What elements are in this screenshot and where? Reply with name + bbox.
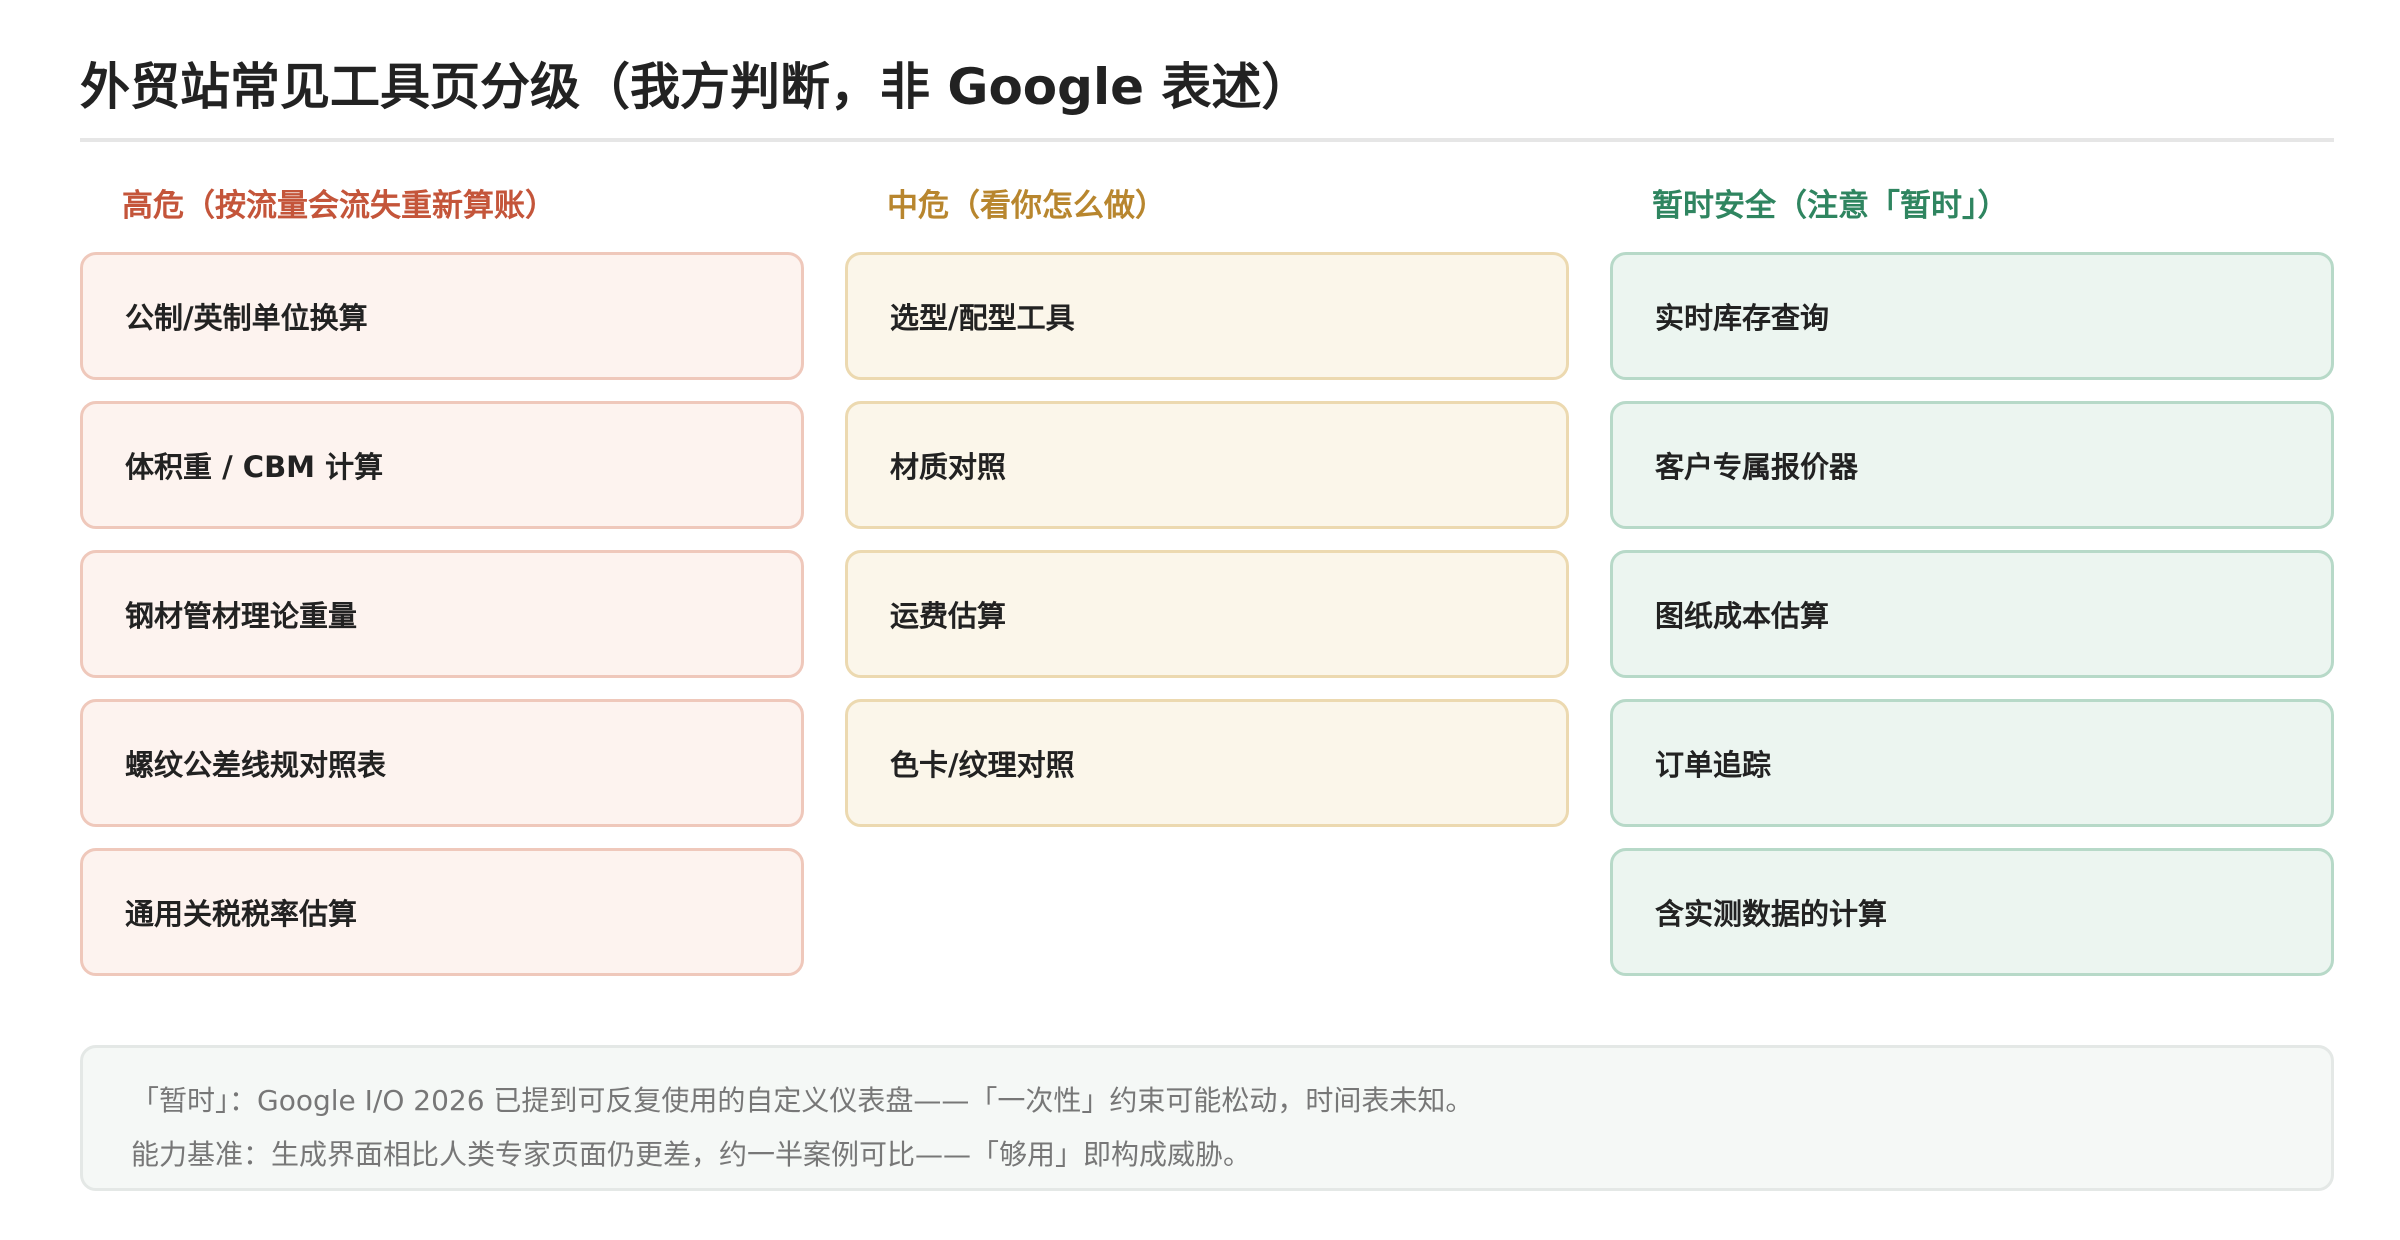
tool-card: 色卡/纹理对照 [845,699,1569,827]
tool-card: 体积重 / CBM 计算 [80,401,804,529]
column-heading-medium-risk: 中危（看你怎么做） [887,188,1166,224]
tool-card: 材质对照 [845,401,1569,529]
tool-card: 选型/配型工具 [845,252,1569,380]
tool-card: 运费估算 [845,550,1569,678]
tool-card: 通用关税税率估算 [80,848,804,976]
tool-card: 钢材管材理论重量 [80,550,804,678]
column-high-risk: 高危（按流量会流失重新算账） 公制/英制单位换算 体积重 / CBM 计算 钢材… [80,180,804,997]
tool-card: 实时库存查询 [1610,252,2334,380]
tool-card: 客户专属报价器 [1610,401,2334,529]
column-heading-temporarily-safe: 暂时安全（注意「暂时」） [1652,188,2009,224]
footnote-box: 「暂时」：Google I/O 2026 已提到可反复使用的自定义仪表盘——「一… [80,1045,2334,1191]
title-divider [80,138,2334,142]
tool-page-tier-diagram: 外贸站常见工具页分级（我方判断，非 Google 表述） 高危（按流量会流失重新… [80,0,2334,1240]
tool-card: 螺纹公差线规对照表 [80,699,804,827]
footnote-line: 能力基准：生成界面相比人类专家页面仍更差，约一半案例可比——「够用」即构成威胁。 [131,1138,1252,1171]
column-heading-high-risk: 高危（按流量会流失重新算账） [122,188,556,224]
column-temporarily-safe: 暂时安全（注意「暂时」） 实时库存查询 客户专属报价器 图纸成本估算 订单追踪 … [1610,180,2334,997]
footnote-line: 「暂时」：Google I/O 2026 已提到可反复使用的自定义仪表盘——「一… [131,1084,1474,1117]
page-title: 外贸站常见工具页分级（我方判断，非 Google 表述） [80,58,1312,116]
tool-card: 订单追踪 [1610,699,2334,827]
column-medium-risk: 中危（看你怎么做） 选型/配型工具 材质对照 运费估算 色卡/纹理对照 [845,180,1569,848]
tool-card: 含实测数据的计算 [1610,848,2334,976]
tool-card: 公制/英制单位换算 [80,252,804,380]
tool-card: 图纸成本估算 [1610,550,2334,678]
